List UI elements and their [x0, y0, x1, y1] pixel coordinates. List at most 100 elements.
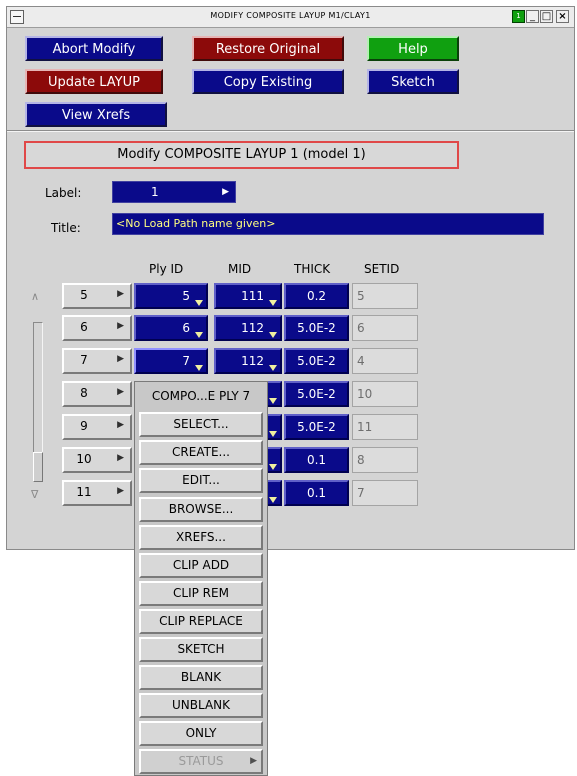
title-bar: MODIFY COMPOSITE LAYUP M1/CLAY1 1 _ □ ×: [7, 7, 574, 28]
divider: [7, 130, 574, 132]
ply-id-value: 7: [182, 354, 190, 368]
close-icon[interactable]: ×: [556, 10, 569, 23]
row-button[interactable]: 11 ▶: [62, 480, 132, 506]
restore-original-button[interactable]: Restore Original: [192, 36, 344, 61]
thick-cell[interactable]: 0.2: [284, 283, 349, 309]
ply-id-cell-selected[interactable]: 7: [134, 348, 208, 374]
mid-cell[interactable]: 111: [214, 283, 282, 309]
col-header-thick: THICK: [294, 262, 331, 276]
mid-cell[interactable]: 112: [214, 315, 282, 341]
col-header-setid: SETID: [364, 262, 400, 276]
submenu-arrow-icon: ▶: [222, 187, 229, 197]
scrollbar-thumb[interactable]: [33, 452, 43, 482]
thick-cell[interactable]: 5.0E-2: [284, 381, 349, 407]
mid-value: 112: [241, 354, 264, 368]
thick-value: 5.0E-2: [297, 354, 336, 368]
row-button[interactable]: 5 ▶: [62, 283, 132, 309]
help-button[interactable]: Help: [367, 36, 459, 61]
setid-cell: 11: [352, 414, 418, 440]
submenu-arrow-icon: ▶: [117, 387, 124, 397]
menu-item-sketch[interactable]: SKETCH: [139, 637, 263, 662]
context-menu: COMPO...E PLY 7 SELECT... CREATE... EDIT…: [134, 381, 268, 776]
copy-existing-button[interactable]: Copy Existing: [192, 69, 344, 94]
mid-value: 111: [241, 289, 264, 303]
thick-cell[interactable]: 0.1: [284, 480, 349, 506]
label-value: 1: [151, 185, 159, 199]
menu-item-create[interactable]: CREATE...: [139, 440, 263, 465]
mid-value: 112: [241, 321, 264, 335]
menu-item-status[interactable]: STATUS ▶: [139, 749, 263, 774]
menu-item-clip-add[interactable]: CLIP ADD: [139, 553, 263, 578]
thick-cell[interactable]: 5.0E-2: [284, 348, 349, 374]
row-number: 10: [76, 452, 92, 466]
minimize-icon[interactable]: _: [526, 10, 539, 23]
setid-cell: 4: [352, 348, 418, 374]
menu-item-xrefs[interactable]: XREFS...: [139, 525, 263, 550]
ply-id-value: 5: [182, 289, 190, 303]
dropdown-triangle-icon: [269, 464, 277, 470]
status-light-icon: 1: [512, 10, 525, 23]
dropdown-triangle-icon: [269, 431, 277, 437]
label-field[interactable]: 1 ▶: [112, 181, 236, 203]
setid-cell: 8: [352, 447, 418, 473]
abort-modify-button[interactable]: Abort Modify: [25, 36, 163, 61]
setid-cell: 6: [352, 315, 418, 341]
modify-layup-window: MODIFY COMPOSITE LAYUP M1/CLAY1 1 _ □ × …: [6, 6, 575, 550]
ply-id-cell[interactable]: 6: [134, 315, 208, 341]
row-number: 7: [80, 353, 88, 367]
row-button[interactable]: 8 ▶: [62, 381, 132, 407]
submenu-arrow-icon: ▶: [250, 756, 257, 766]
menu-item-unblank[interactable]: UNBLANK: [139, 693, 263, 718]
setid-cell: 10: [352, 381, 418, 407]
col-header-mid: MID: [228, 262, 252, 276]
maximize-icon[interactable]: □: [540, 10, 553, 23]
row-number: 9: [80, 419, 88, 433]
context-menu-title: COMPO...E PLY 7: [151, 389, 251, 403]
window-title: MODIFY COMPOSITE LAYUP M1/CLAY1: [210, 11, 371, 20]
thick-value: 5.0E-2: [297, 387, 336, 401]
submenu-arrow-icon: ▶: [117, 289, 124, 299]
dropdown-triangle-icon: [269, 365, 277, 371]
dropdown-triangle-icon: [195, 300, 203, 306]
mid-cell[interactable]: 112: [214, 348, 282, 374]
sketch-button[interactable]: Sketch: [367, 69, 459, 94]
menu-item-status-label: STATUS: [178, 754, 224, 768]
menu-item-only[interactable]: ONLY: [139, 721, 263, 746]
menu-item-clip-rem[interactable]: CLIP REM: [139, 581, 263, 606]
thick-cell[interactable]: 5.0E-2: [284, 315, 349, 341]
update-layup-button[interactable]: Update LAYUP: [25, 69, 163, 94]
scroll-up-icon[interactable]: ∧: [31, 290, 39, 303]
setid-cell: 5: [352, 283, 418, 309]
thick-cell[interactable]: 5.0E-2: [284, 414, 349, 440]
row-button[interactable]: 7 ▶: [62, 348, 132, 374]
menu-item-clip-replace[interactable]: CLIP REPLACE: [139, 609, 263, 634]
thick-cell[interactable]: 0.1: [284, 447, 349, 473]
thick-value: 5.0E-2: [297, 321, 336, 335]
menu-item-blank[interactable]: BLANK: [139, 665, 263, 690]
row-button[interactable]: 6 ▶: [62, 315, 132, 341]
submenu-arrow-icon: ▶: [117, 486, 124, 496]
menu-item-edit[interactable]: EDIT...: [139, 468, 263, 493]
submenu-arrow-icon: ▶: [117, 420, 124, 430]
submenu-arrow-icon: ▶: [117, 321, 124, 331]
scroll-down-icon[interactable]: ∇: [31, 488, 38, 501]
submenu-arrow-icon: ▶: [117, 453, 124, 463]
menu-item-browse[interactable]: BROWSE...: [139, 497, 263, 522]
dropdown-triangle-icon: [269, 332, 277, 338]
ply-id-value: 6: [182, 321, 190, 335]
title-caption: Title:: [51, 221, 81, 235]
thick-value: 0.1: [306, 486, 327, 500]
modify-heading: Modify COMPOSITE LAYUP 1 (model 1): [24, 141, 459, 169]
ply-id-cell[interactable]: 5: [134, 283, 208, 309]
menu-item-select[interactable]: SELECT...: [139, 412, 263, 437]
submenu-arrow-icon: ▶: [117, 354, 124, 364]
row-button[interactable]: 10 ▶: [62, 447, 132, 473]
thick-value: 5.0E-2: [297, 420, 336, 434]
label-caption: Label:: [45, 186, 82, 200]
row-button[interactable]: 9 ▶: [62, 414, 132, 440]
thick-value: 0.2: [306, 289, 327, 303]
row-number: 8: [80, 386, 88, 400]
title-field[interactable]: <No Load Path name given>: [112, 213, 544, 235]
view-xrefs-button[interactable]: View Xrefs: [25, 102, 167, 127]
thick-value: 0.1: [306, 453, 327, 467]
